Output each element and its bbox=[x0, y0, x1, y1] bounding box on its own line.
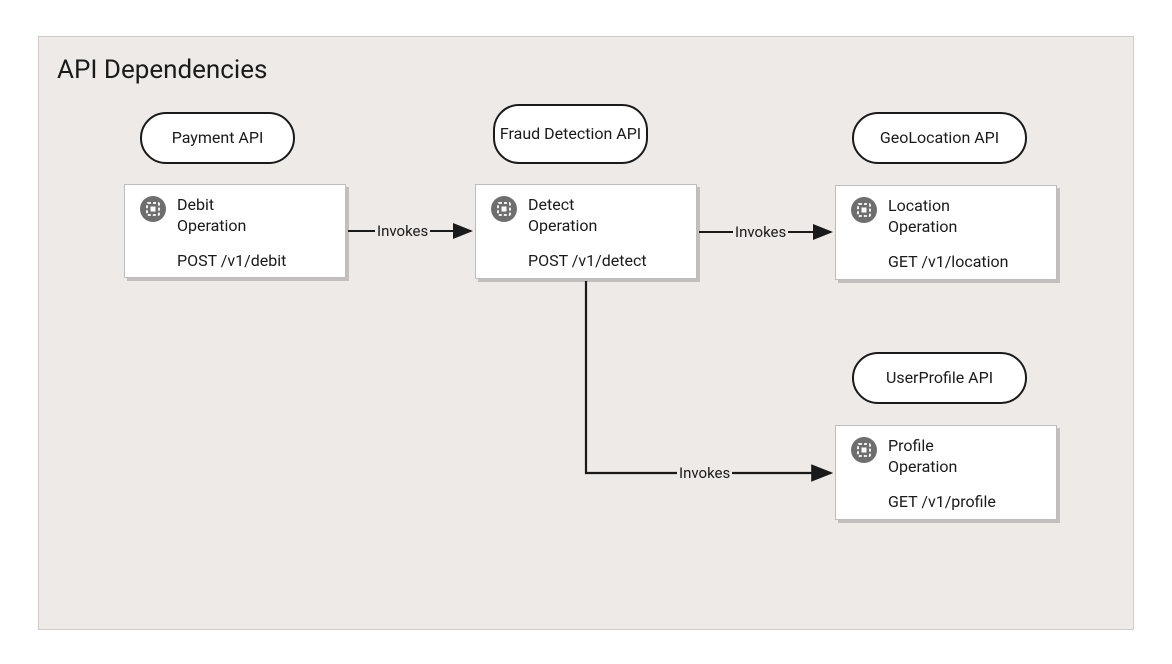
pill-userprofile-api: UserProfile API bbox=[852, 352, 1027, 404]
operation-icon bbox=[850, 436, 878, 468]
operation-icon bbox=[490, 195, 518, 227]
diagram-title: API Dependencies bbox=[57, 55, 267, 85]
pill-geolocation-api: GeoLocation API bbox=[852, 112, 1027, 164]
opbox-location: Location Operation GET /v1/location bbox=[835, 185, 1057, 280]
op-path: POST /v1/debit bbox=[177, 251, 286, 270]
edge-label-invokes: Invokes bbox=[733, 223, 788, 241]
op-name: Debit Operation bbox=[177, 195, 267, 237]
diagram-container: API Dependencies Payment API Fraud Detec… bbox=[38, 36, 1134, 630]
pill-label: GeoLocation API bbox=[880, 128, 999, 149]
opbox-debit: Debit Operation POST /v1/debit bbox=[124, 184, 346, 278]
opbox-detect: Detect Operation POST /v1/detect bbox=[475, 184, 697, 279]
op-path: GET /v1/location bbox=[888, 252, 1008, 271]
op-path: GET /v1/profile bbox=[888, 492, 996, 511]
edge-label-invokes: Invokes bbox=[677, 464, 732, 482]
op-path: POST /v1/detect bbox=[528, 251, 647, 270]
opbox-profile: Profile Operation GET /v1/profile bbox=[835, 425, 1057, 520]
operation-icon bbox=[139, 195, 167, 227]
op-name: Detect Operation bbox=[528, 195, 618, 237]
pill-label: Fraud Detection API bbox=[500, 124, 641, 145]
edge-detect-profile bbox=[586, 281, 831, 473]
op-name: Location Operation bbox=[888, 196, 978, 238]
pill-fraud-detection-api: Fraud Detection API bbox=[493, 104, 648, 164]
pill-payment-api: Payment API bbox=[140, 112, 295, 164]
operation-icon bbox=[850, 196, 878, 228]
op-name: Profile Operation bbox=[888, 436, 978, 478]
pill-label: UserProfile API bbox=[886, 368, 993, 389]
pill-label: Payment API bbox=[172, 128, 264, 149]
edge-label-invokes: Invokes bbox=[375, 222, 430, 240]
